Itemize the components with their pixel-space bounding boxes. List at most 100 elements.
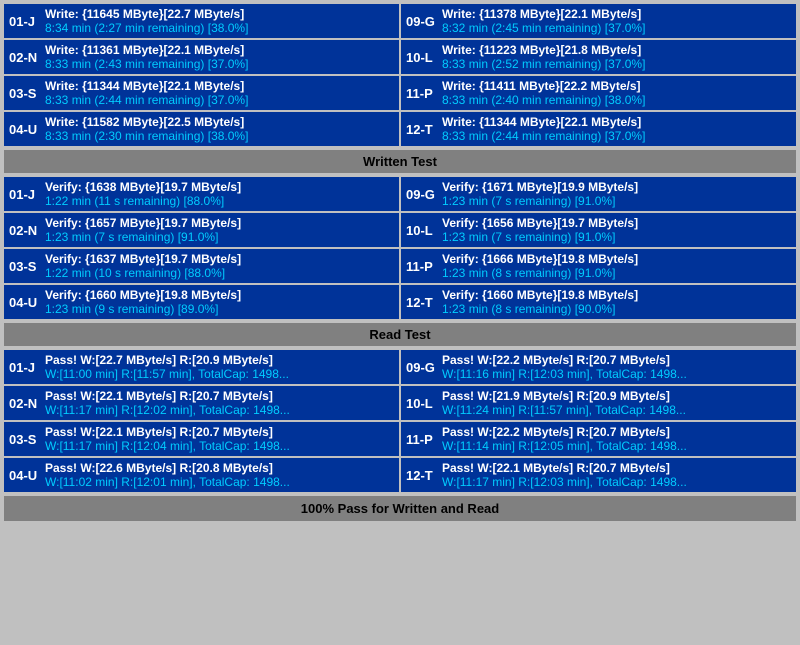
drive-id: 11-P bbox=[406, 252, 438, 280]
drive-info: Verify: {1660 MByte}[19.8 MByte/s]1:23 m… bbox=[45, 288, 394, 316]
right-column-item: 09-GVerify: {1671 MByte}[19.9 MByte/s]1:… bbox=[401, 177, 796, 211]
drive-info: Verify: {1666 MByte}[19.8 MByte/s]1:23 m… bbox=[442, 252, 791, 280]
drive-info: Write: {11645 MByte}[22.7 MByte/s]8:34 m… bbox=[45, 7, 394, 35]
drive-line1: Write: {11645 MByte}[22.7 MByte/s] bbox=[45, 7, 394, 21]
right-column-item: 11-PPass! W:[22.2 MByte/s] R:[20.7 MByte… bbox=[401, 422, 796, 456]
drive-id: 11-P bbox=[406, 425, 438, 453]
drive-line2: 8:33 min (2:44 min remaining) [37.0%] bbox=[442, 129, 791, 143]
drive-info: Write: {11223 MByte}[21.8 MByte/s]8:33 m… bbox=[442, 43, 791, 71]
right-column-item: 09-GWrite: {11378 MByte}[22.1 MByte/s]8:… bbox=[401, 4, 796, 38]
verify-grid: 01-JVerify: {1638 MByte}[19.7 MByte/s]1:… bbox=[4, 177, 796, 319]
drive-id: 01-J bbox=[9, 7, 41, 35]
drive-line2: 1:23 min (7 s remaining) [91.0%] bbox=[45, 230, 394, 244]
drive-id: 12-T bbox=[406, 461, 438, 489]
drive-info: Pass! W:[22.2 MByte/s] R:[20.7 MByte/s]W… bbox=[442, 353, 791, 381]
drive-info: Verify: {1638 MByte}[19.7 MByte/s]1:22 m… bbox=[45, 180, 394, 208]
drive-id: 10-L bbox=[406, 216, 438, 244]
drive-line2: W:[11:02 min] R:[12:01 min], TotalCap: 1… bbox=[45, 475, 394, 489]
drive-line1: Pass! W:[22.7 MByte/s] R:[20.9 MByte/s] bbox=[45, 353, 394, 367]
left-column-item: 04-UVerify: {1660 MByte}[19.8 MByte/s]1:… bbox=[4, 285, 399, 319]
drive-line1: Pass! W:[22.1 MByte/s] R:[20.7 MByte/s] bbox=[442, 461, 791, 475]
verify-section: 01-JVerify: {1638 MByte}[19.7 MByte/s]1:… bbox=[4, 177, 796, 319]
drive-id: 01-J bbox=[9, 180, 41, 208]
drive-id: 12-T bbox=[406, 288, 438, 316]
drive-cell: 03-SWrite: {11344 MByte}[22.1 MByte/s]8:… bbox=[4, 76, 399, 110]
drive-line2: 8:33 min (2:40 min remaining) [38.0%] bbox=[442, 93, 791, 107]
drive-id: 11-P bbox=[406, 79, 438, 107]
write-section: 01-JWrite: {11645 MByte}[22.7 MByte/s]8:… bbox=[4, 4, 796, 146]
left-column-item: 01-JPass! W:[22.7 MByte/s] R:[20.9 MByte… bbox=[4, 350, 399, 384]
drive-id: 09-G bbox=[406, 353, 438, 381]
drive-cell: 01-JWrite: {11645 MByte}[22.7 MByte/s]8:… bbox=[4, 4, 399, 38]
drive-line2: 8:33 min (2:43 min remaining) [37.0%] bbox=[45, 57, 394, 71]
drive-cell: 12-TWrite: {11344 MByte}[22.1 MByte/s]8:… bbox=[401, 112, 796, 146]
drive-cell: 03-SVerify: {1637 MByte}[19.7 MByte/s]1:… bbox=[4, 249, 399, 283]
left-column-item: 04-UPass! W:[22.6 MByte/s] R:[20.8 MByte… bbox=[4, 458, 399, 492]
drive-line1: Pass! W:[22.6 MByte/s] R:[20.8 MByte/s] bbox=[45, 461, 394, 475]
drive-cell: 01-JPass! W:[22.7 MByte/s] R:[20.9 MByte… bbox=[4, 350, 399, 384]
right-column-item: 11-PVerify: {1666 MByte}[19.8 MByte/s]1:… bbox=[401, 249, 796, 283]
drive-line2: 8:34 min (2:27 min remaining) [38.0%] bbox=[45, 21, 394, 35]
drive-line2: W:[11:00 min] R:[11:57 min], TotalCap: 1… bbox=[45, 367, 394, 381]
drive-info: Write: {11411 MByte}[22.2 MByte/s]8:33 m… bbox=[442, 79, 791, 107]
write-grid: 01-JWrite: {11645 MByte}[22.7 MByte/s]8:… bbox=[4, 4, 796, 146]
drive-info: Verify: {1657 MByte}[19.7 MByte/s]1:23 m… bbox=[45, 216, 394, 244]
drive-line2: W:[11:24 min] R:[11:57 min], TotalCap: 1… bbox=[442, 403, 791, 417]
drive-line1: Pass! W:[21.9 MByte/s] R:[20.9 MByte/s] bbox=[442, 389, 791, 403]
drive-id: 03-S bbox=[9, 252, 41, 280]
drive-line1: Write: {11411 MByte}[22.2 MByte/s] bbox=[442, 79, 791, 93]
drive-line1: Pass! W:[22.2 MByte/s] R:[20.7 MByte/s] bbox=[442, 353, 791, 367]
drive-line1: Pass! W:[22.1 MByte/s] R:[20.7 MByte/s] bbox=[45, 389, 394, 403]
drive-line2: 1:23 min (9 s remaining) [89.0%] bbox=[45, 302, 394, 316]
read-grid: 01-JPass! W:[22.7 MByte/s] R:[20.9 MByte… bbox=[4, 350, 796, 492]
written-test-label: Written Test bbox=[4, 150, 796, 173]
drive-info: Verify: {1656 MByte}[19.7 MByte/s]1:23 m… bbox=[442, 216, 791, 244]
drive-line2: 8:33 min (2:52 min remaining) [37.0%] bbox=[442, 57, 791, 71]
drive-info: Write: {11582 MByte}[22.5 MByte/s]8:33 m… bbox=[45, 115, 394, 143]
drive-info: Verify: {1637 MByte}[19.7 MByte/s]1:22 m… bbox=[45, 252, 394, 280]
drive-cell: 01-JVerify: {1638 MByte}[19.7 MByte/s]1:… bbox=[4, 177, 399, 211]
drive-line1: Write: {11378 MByte}[22.1 MByte/s] bbox=[442, 7, 791, 21]
left-column-item: 01-JWrite: {11645 MByte}[22.7 MByte/s]8:… bbox=[4, 4, 399, 38]
drive-line1: Pass! W:[22.1 MByte/s] R:[20.7 MByte/s] bbox=[45, 425, 394, 439]
drive-cell: 09-GWrite: {11378 MByte}[22.1 MByte/s]8:… bbox=[401, 4, 796, 38]
left-column-item: 01-JVerify: {1638 MByte}[19.7 MByte/s]1:… bbox=[4, 177, 399, 211]
left-column-item: 04-UWrite: {11582 MByte}[22.5 MByte/s]8:… bbox=[4, 112, 399, 146]
drive-id: 02-N bbox=[9, 389, 41, 417]
right-column-item: 09-GPass! W:[22.2 MByte/s] R:[20.7 MByte… bbox=[401, 350, 796, 384]
drive-cell: 04-UWrite: {11582 MByte}[22.5 MByte/s]8:… bbox=[4, 112, 399, 146]
drive-cell: 12-T Pass! W:[22.1 MByte/s] R:[20.7 MByte… bbox=[401, 458, 796, 492]
drive-line2: W:[11:14 min] R:[12:05 min], TotalCap: 1… bbox=[442, 439, 791, 453]
drive-info: Write: {11344 MByte}[22.1 MByte/s]8:33 m… bbox=[442, 115, 791, 143]
drive-line2: 1:22 min (10 s remaining) [88.0%] bbox=[45, 266, 394, 280]
drive-line2: 8:33 min (2:44 min remaining) [37.0%] bbox=[45, 93, 394, 107]
drive-line2: 1:23 min (8 s remaining) [90.0%] bbox=[442, 302, 791, 316]
main-container: 01-JWrite: {11645 MByte}[22.7 MByte/s]8:… bbox=[0, 0, 800, 525]
drive-line2: 1:23 min (8 s remaining) [91.0%] bbox=[442, 266, 791, 280]
drive-line1: Verify: {1657 MByte}[19.7 MByte/s] bbox=[45, 216, 394, 230]
drive-cell: 02-NVerify: {1657 MByte}[19.7 MByte/s]1:… bbox=[4, 213, 399, 247]
drive-line2: W:[11:17 min] R:[12:03 min], TotalCap: 1… bbox=[442, 475, 791, 489]
drive-id: 03-S bbox=[9, 425, 41, 453]
drive-info: Pass! W:[22.6 MByte/s] R:[20.8 MByte/s]W… bbox=[45, 461, 394, 489]
drive-id: 03-S bbox=[9, 79, 41, 107]
drive-cell: 09-GPass! W:[22.2 MByte/s] R:[20.7 MByte… bbox=[401, 350, 796, 384]
drive-id: 12-T bbox=[406, 115, 438, 143]
drive-info: Verify: {1660 MByte}[19.8 MByte/s]1:23 m… bbox=[442, 288, 791, 316]
drive-line1: Verify: {1637 MByte}[19.7 MByte/s] bbox=[45, 252, 394, 266]
drive-cell: 02-NWrite: {11361 MByte}[22.1 MByte/s]8:… bbox=[4, 40, 399, 74]
drive-line2: 8:33 min (2:30 min remaining) [38.0%] bbox=[45, 129, 394, 143]
drive-cell: 04-UPass! W:[22.6 MByte/s] R:[20.8 MByte… bbox=[4, 458, 399, 492]
drive-id: 04-U bbox=[9, 461, 41, 489]
drive-cell: 03-S Pass! W:[22.1 MByte/s] R:[20.7 MByte… bbox=[4, 422, 399, 456]
drive-id: 02-N bbox=[9, 43, 41, 71]
read-test-label: Read Test bbox=[4, 323, 796, 346]
drive-id: 10-L bbox=[406, 389, 438, 417]
drive-line1: Write: {11344 MByte}[22.1 MByte/s] bbox=[442, 115, 791, 129]
left-column-item: 03-S Pass! W:[22.1 MByte/s] R:[20.7 MByte… bbox=[4, 422, 399, 456]
drive-line2: 1:22 min (11 s remaining) [88.0%] bbox=[45, 194, 394, 208]
drive-id: 02-N bbox=[9, 216, 41, 244]
drive-line2: 8:32 min (2:45 min remaining) [37.0%] bbox=[442, 21, 791, 35]
right-column-item: 10-L Pass! W:[21.9 MByte/s] R:[20.9 MByte… bbox=[401, 386, 796, 420]
right-column-item: 11-PWrite: {11411 MByte}[22.2 MByte/s]8:… bbox=[401, 76, 796, 110]
